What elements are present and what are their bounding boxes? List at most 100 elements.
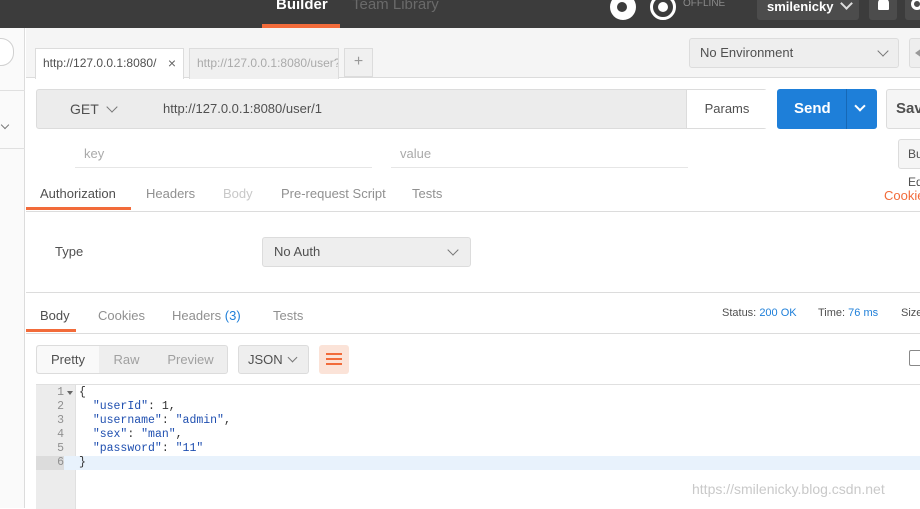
- tab-tests[interactable]: Tests: [412, 186, 442, 201]
- view-raw-button[interactable]: Raw: [99, 346, 154, 373]
- code-text: "password": "11": [79, 442, 203, 456]
- line-number: 5: [57, 442, 64, 455]
- request-tab-label: http://127.0.0.1:8080/user?u: [197, 56, 339, 70]
- request-tab-label: http://127.0.0.1:8080/: [43, 56, 157, 70]
- request-tab[interactable]: http://127.0.0.1:8080/ ×: [35, 48, 184, 79]
- response-tab-cookies[interactable]: Cookies: [98, 308, 145, 323]
- bell-icon: [878, 0, 889, 10]
- response-tab-headers-label: Headers: [172, 308, 222, 323]
- code-line: 3 "username": "admin",: [36, 414, 920, 428]
- add-tab-button[interactable]: +: [344, 48, 373, 77]
- save-button[interactable]: Save: [886, 89, 920, 129]
- url-bar: GET http://127.0.0.1:8080/user/1 Params: [36, 89, 767, 129]
- chevron-down-icon: [447, 244, 459, 256]
- json-value: "11": [175, 442, 204, 455]
- auth-type-select[interactable]: No Auth: [262, 237, 471, 267]
- view-preview-button[interactable]: Preview: [154, 346, 227, 373]
- time-value[interactable]: 76 ms: [848, 307, 878, 319]
- eye-icon: [915, 48, 920, 58]
- tab-headers[interactable]: Headers: [146, 186, 195, 201]
- send-divider: [846, 89, 847, 129]
- url-input[interactable]: http://127.0.0.1:8080/user/1: [152, 90, 686, 128]
- request-tab[interactable]: http://127.0.0.1:8080/user?u: [189, 48, 339, 79]
- sync-icon[interactable]: [610, 0, 636, 20]
- method-select[interactable]: GET: [37, 90, 152, 128]
- tab-authorization[interactable]: Authorization: [40, 186, 116, 201]
- code-line: 5 "password": "11": [36, 442, 920, 456]
- chevron-down-icon[interactable]: [854, 100, 866, 112]
- chevron-down-icon: [287, 352, 298, 363]
- auth-type-selected: No Auth: [274, 244, 321, 259]
- active-tab-indicator: [26, 207, 131, 210]
- notifications-button[interactable]: [869, 0, 897, 20]
- wrap-lines-button[interactable]: [319, 345, 349, 374]
- environment-select[interactable]: No Environment: [689, 38, 899, 68]
- line-number: 3: [57, 414, 64, 427]
- send-label: Send: [794, 100, 831, 117]
- chevron-down-icon: [840, 0, 853, 10]
- chevron-down-icon: [877, 45, 889, 57]
- copy-icon[interactable]: [909, 350, 920, 366]
- param-key-input[interactable]: key: [75, 138, 372, 168]
- response-tab-tests[interactable]: Tests: [273, 308, 303, 323]
- offline-icon[interactable]: [650, 0, 676, 20]
- method-label: GET: [70, 101, 99, 117]
- json-value: "admin": [175, 414, 224, 427]
- format-select[interactable]: JSON: [238, 345, 309, 374]
- line-number: 6: [36, 456, 64, 470]
- param-value-input[interactable]: value: [391, 138, 688, 168]
- format-selected: JSON: [248, 352, 283, 367]
- view-mode-group: Pretty Raw Preview: [36, 345, 228, 374]
- json-comma: ,: [168, 400, 176, 413]
- code-line: 1 {: [36, 386, 920, 400]
- line-number: 4: [57, 428, 64, 441]
- offline-label: OFFLINE: [683, 0, 726, 9]
- environment-quick-look-button[interactable]: [909, 38, 920, 68]
- gear-icon: [911, 0, 920, 10]
- response-tab-headers[interactable]: Headers (3): [172, 308, 241, 323]
- close-icon[interactable]: ×: [168, 49, 176, 78]
- fold-arrow-icon[interactable]: [67, 391, 73, 395]
- json-value: "man": [141, 428, 176, 441]
- chevron-down-icon: [106, 101, 118, 113]
- bulk-edit-button[interactable]: Bulk Edit: [898, 139, 920, 189]
- response-tab-body[interactable]: Body: [40, 308, 70, 323]
- status-value[interactable]: 200 OK: [759, 307, 796, 319]
- code-line-active: 6 }: [36, 456, 920, 470]
- response-status: Status: 200 OK: [722, 307, 797, 319]
- tab-body[interactable]: Body: [223, 186, 253, 201]
- cookies-link[interactable]: Cookies: [884, 188, 920, 203]
- code-text: "username": "admin",: [79, 414, 231, 428]
- params-button[interactable]: Params: [686, 90, 767, 128]
- user-menu[interactable]: smilenicky: [757, 0, 859, 20]
- time-label: Time:: [818, 307, 846, 319]
- sidebar-search-input[interactable]: [0, 38, 14, 66]
- json-key: "username": [92, 414, 162, 427]
- code-line: 2 "userId": 1,: [36, 400, 920, 414]
- settings-button[interactable]: [905, 0, 920, 20]
- nav-tab-team-library[interactable]: Team Library: [352, 0, 439, 13]
- response-tabs: Body Cookies Headers (3) Tests Status: 2…: [26, 300, 920, 334]
- chevron-down-icon[interactable]: [0, 120, 10, 130]
- view-pretty-button[interactable]: Pretty: [37, 346, 99, 373]
- response-time: Time: 76 ms: [818, 307, 878, 319]
- app-header: Builder Team Library OFFLINE smilenicky: [0, 0, 920, 28]
- send-button[interactable]: Send: [777, 89, 877, 129]
- nav-tab-builder[interactable]: Builder: [276, 0, 328, 13]
- headers-count-badge: (3): [224, 308, 241, 323]
- request-tabs-bar: http://127.0.0.1:8080/ × http://127.0.0.…: [26, 28, 920, 79]
- sidebar-divider: [0, 148, 25, 149]
- json-comma: ,: [175, 428, 183, 441]
- response-size: Size:: [901, 307, 920, 319]
- json-separator: :: [161, 414, 176, 427]
- line-number: 2: [57, 400, 64, 413]
- wrap-lines-icon: [326, 353, 342, 355]
- watermark: https://smilenicky.blog.csdn.net: [692, 481, 885, 497]
- tab-pre-request-script[interactable]: Pre-request Script: [281, 186, 386, 201]
- json-separator: :: [148, 400, 162, 413]
- code-line: 4 "sex": "man",: [36, 428, 920, 442]
- json-comma: ,: [223, 414, 231, 427]
- code-text: "sex": "man",: [79, 428, 183, 442]
- line-number: 1: [57, 386, 64, 399]
- code-text: }: [79, 456, 86, 469]
